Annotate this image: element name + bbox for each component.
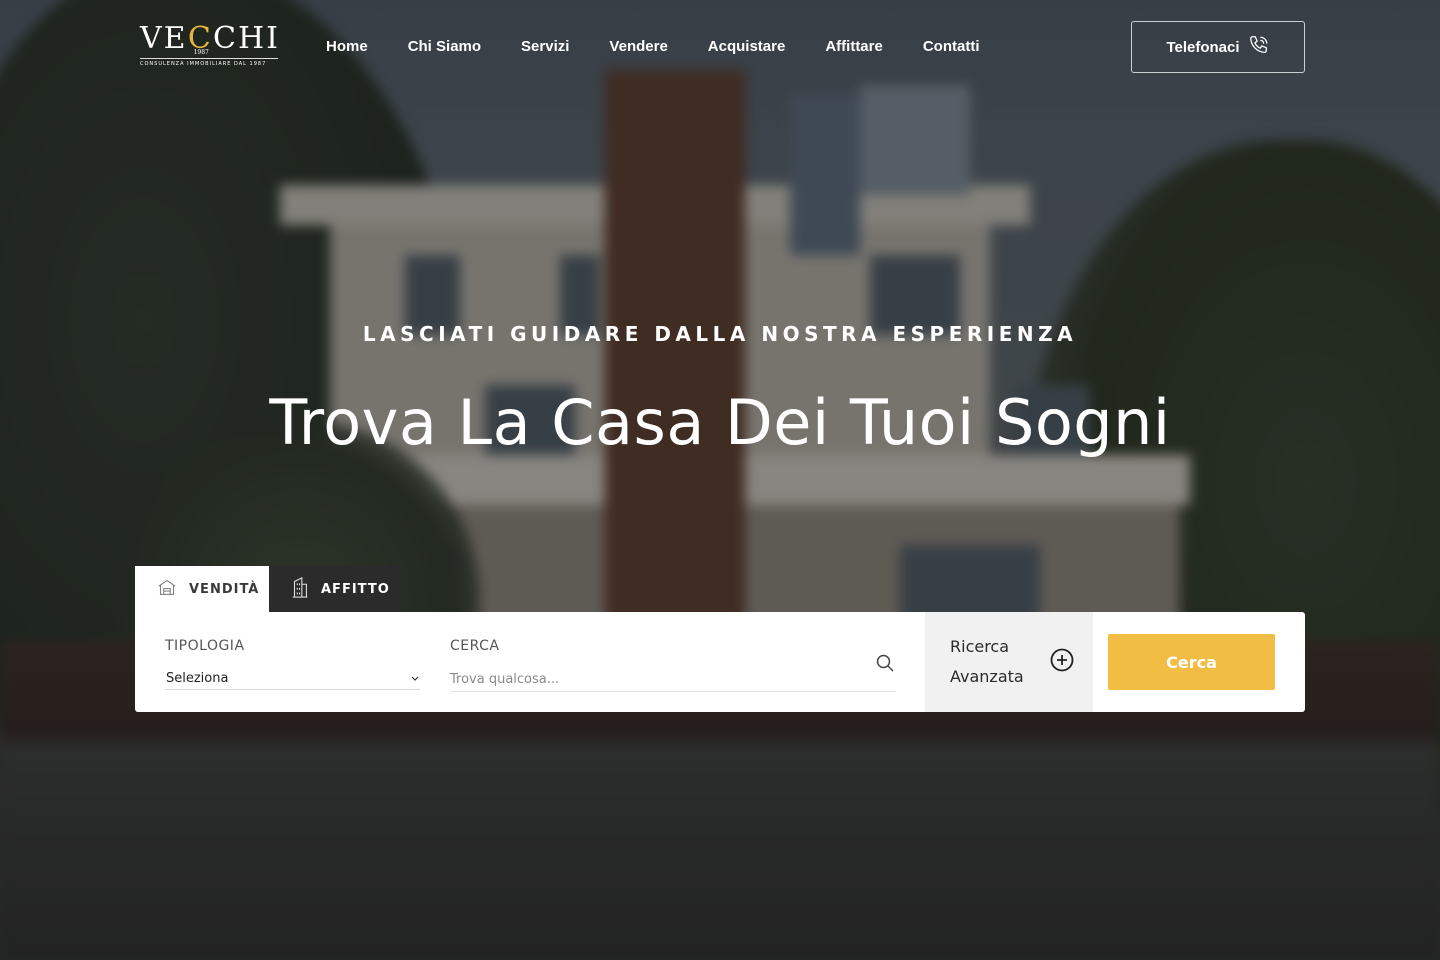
chevron-down-icon bbox=[410, 671, 420, 686]
search-tabs: VENDITÀ AFFITTO bbox=[135, 566, 400, 612]
logo-tagline: CONSULENZA IMMOBILIARE DAL 1987 bbox=[140, 61, 267, 67]
nav-item-chi-siamo[interactable]: Chi Siamo bbox=[408, 37, 481, 57]
hero-background-image bbox=[0, 0, 1440, 960]
nav-item-acquistare[interactable]: Acquistare bbox=[708, 37, 786, 57]
logo-text-left: VE bbox=[140, 21, 188, 56]
logo-divider bbox=[140, 58, 278, 59]
advanced-search-label: Ricerca Avanzata bbox=[950, 637, 1024, 686]
logo-mark: C 1987 bbox=[188, 22, 213, 57]
logo-year: 1987 bbox=[193, 49, 209, 56]
type-select-value: Seleziona bbox=[166, 671, 229, 686]
hero-kicker: LASCIATI GUIDARE DALLA NOSTRA ESPERIENZA bbox=[362, 322, 1078, 346]
site-header: VE C 1987 CHI CONSULENZA IMMOBILIARE DAL… bbox=[0, 0, 1440, 95]
nav-item-contatti[interactable]: Contatti bbox=[923, 37, 980, 57]
type-field: TIPOLOGIA Seleziona bbox=[165, 612, 420, 712]
query-field: CERCA bbox=[450, 612, 896, 712]
nav-item-home[interactable]: Home bbox=[326, 37, 368, 57]
brand-logo[interactable]: VE C 1987 CHI CONSULENZA IMMOBILIARE DAL… bbox=[140, 22, 280, 72]
nav-item-vendere[interactable]: Vendere bbox=[609, 37, 667, 57]
search-input[interactable] bbox=[450, 668, 896, 692]
plus-circle-icon bbox=[1049, 647, 1075, 677]
building-icon bbox=[291, 576, 309, 602]
phone-icon bbox=[1248, 34, 1270, 60]
advanced-search-toggle[interactable]: Ricerca Avanzata bbox=[925, 612, 1093, 712]
call-button-label: Telefonaci bbox=[1166, 38, 1240, 56]
logo-text-right: CHI bbox=[213, 21, 280, 56]
main-nav: Home Chi Siamo Servizi Vendere Acquistar… bbox=[326, 37, 1020, 57]
tab-vendita-label: VENDITÀ bbox=[189, 581, 260, 597]
tab-affitto[interactable]: AFFITTO bbox=[269, 566, 400, 612]
tab-vendita[interactable]: VENDITÀ bbox=[135, 566, 269, 612]
tab-affitto-label: AFFITTO bbox=[321, 581, 390, 597]
search-form: TIPOLOGIA Seleziona CERCA Ricerca Avanza… bbox=[135, 612, 1305, 712]
search-submit-button[interactable]: Cerca bbox=[1108, 634, 1275, 690]
nav-item-servizi[interactable]: Servizi bbox=[521, 37, 569, 57]
hero-title: Trova La Casa Dei Tuoi Sogni bbox=[269, 386, 1171, 459]
type-select[interactable]: Seleziona bbox=[165, 668, 420, 690]
nav-item-affittare[interactable]: Affittare bbox=[825, 37, 883, 57]
type-field-label: TIPOLOGIA bbox=[165, 638, 245, 654]
house-icon bbox=[157, 578, 177, 600]
search-icon[interactable] bbox=[875, 653, 895, 677]
query-field-label: CERCA bbox=[450, 638, 500, 654]
call-button[interactable]: Telefonaci bbox=[1131, 21, 1305, 73]
